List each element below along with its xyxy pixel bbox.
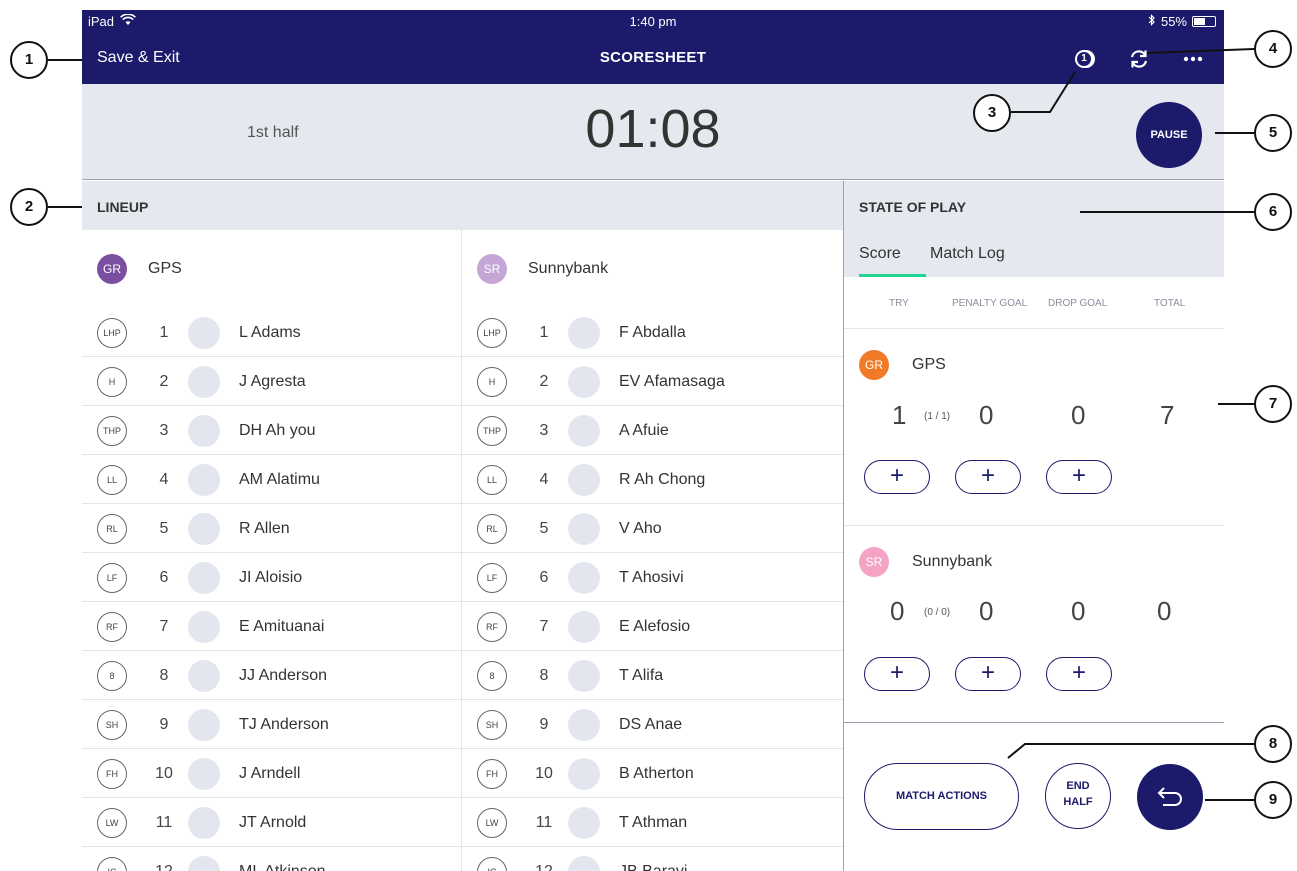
callout-7: 7 [1254,385,1292,423]
callout-8: 8 [1254,725,1292,763]
callout-6: 6 [1254,193,1292,231]
callout-5: 5 [1254,114,1292,152]
callout-9: 9 [1254,781,1292,819]
callout-4: 4 [1254,30,1292,68]
callout-1: 1 [10,41,48,79]
callout-lines [48,48,1255,801]
callout-3: 3 [973,94,1011,132]
callout-2: 2 [10,188,48,226]
